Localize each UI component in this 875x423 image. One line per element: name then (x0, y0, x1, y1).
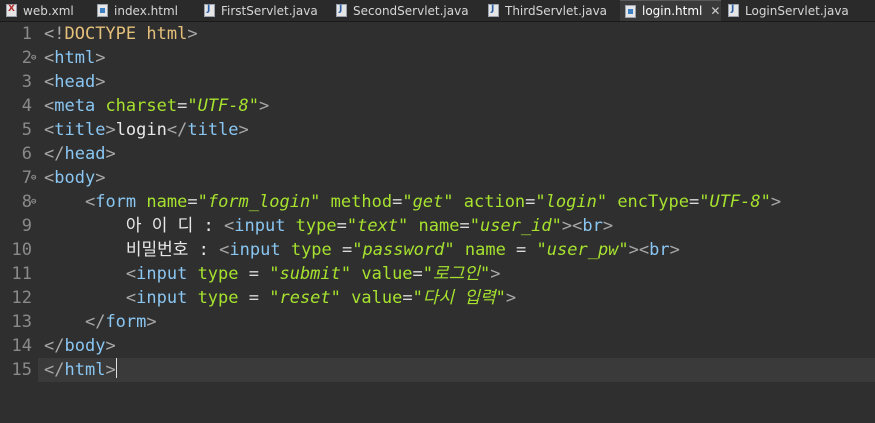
line-number: 2 (21, 48, 32, 68)
line-number: 10 (11, 240, 32, 260)
line-number: 8 (21, 192, 32, 212)
text-cursor (115, 358, 117, 378)
html-file-icon (625, 4, 636, 18)
line-number: 11 (11, 264, 32, 284)
close-tab-icon[interactable]: ✕ (710, 4, 720, 18)
java-file-icon (488, 4, 499, 17)
tab-web-xml[interactable]: web.xml (6, 0, 74, 21)
code-line-7[interactable]: <body> (44, 166, 105, 190)
code-line-8[interactable]: <form name="form_login" method="get" act… (44, 190, 781, 214)
tab-secondservlet-java[interactable]: SecondServlet.java (336, 0, 469, 21)
tab-firstservlet-java[interactable]: FirstServlet.java (204, 0, 318, 21)
fold-toggle-icon[interactable]: ⊖ (31, 166, 36, 190)
line-number: 15 (11, 360, 32, 380)
code-line-6[interactable]: </head> (44, 142, 116, 166)
java-file-icon (336, 4, 347, 17)
code-line-15[interactable]: </html> (44, 358, 117, 382)
code-line-5[interactable]: <title>login</title> (44, 118, 249, 142)
fold-toggle-icon[interactable]: ⊖ (31, 46, 36, 70)
tab-label: FirstServlet.java (221, 3, 318, 18)
tab-index-html[interactable]: index.html (97, 0, 178, 21)
tab-thirdservlet-java[interactable]: ThirdServlet.java (488, 0, 607, 21)
line-number: 7 (21, 168, 32, 188)
code-line-13[interactable]: </form> (44, 310, 157, 334)
xml-file-icon (6, 4, 17, 17)
line-number: 3 (21, 72, 32, 92)
line-number: 1 (21, 24, 32, 44)
code-editor[interactable]: 1 2 ⊖ 3 4 5 6 7 ⊖ 8 ⊖ 9 10 11 12 13 14 1… (0, 22, 875, 423)
code-line-2[interactable]: <html> (44, 46, 105, 70)
current-line-highlight (0, 358, 875, 382)
code-line-11[interactable]: <input type = "submit" value="로그인"> (44, 262, 501, 286)
line-number: 13 (11, 312, 32, 332)
code-line-14[interactable]: </body> (44, 334, 116, 358)
code-line-9[interactable]: 아 이 디 : <input type="text" name="user_id… (44, 214, 613, 238)
line-number-gutter: 1 2 ⊖ 3 4 5 6 7 ⊖ 8 ⊖ 9 10 11 12 13 14 1… (0, 22, 38, 423)
tab-label: LoginServlet.java (745, 3, 849, 18)
tab-label: login.html (642, 4, 703, 18)
line-number: 5 (21, 120, 32, 140)
line-number: 4 (21, 96, 32, 116)
tab-label: ThirdServlet.java (505, 3, 608, 18)
line-number: 9 (21, 216, 32, 236)
code-line-4[interactable]: <meta charset="UTF-8"> (44, 94, 269, 118)
tab-label: SecondServlet.java (353, 3, 469, 18)
tab-loginservlet-java[interactable]: LoginServlet.java (728, 0, 849, 21)
line-number: 14 (11, 336, 32, 356)
java-file-icon (204, 4, 215, 17)
line-number: 6 (21, 144, 32, 164)
code-line-3[interactable]: <head> (44, 70, 105, 94)
code-line-12[interactable]: <input type = "reset" value="다시 입력"> (44, 286, 516, 310)
editor-tab-bar: web.xml index.html FirstServlet.java Sec… (0, 0, 875, 22)
tab-label: web.xml (23, 3, 74, 18)
tab-login-html[interactable]: login.html ✕ (620, 0, 721, 21)
tab-label: index.html (114, 3, 178, 18)
code-line-1[interactable]: <!DOCTYPE html> (44, 22, 198, 46)
html-file-icon (97, 4, 108, 17)
code-line-10[interactable]: 비밀번호 : <input type ="password" name = "u… (44, 238, 680, 262)
fold-toggle-icon[interactable]: ⊖ (31, 190, 36, 214)
java-file-icon (728, 4, 739, 17)
line-number: 12 (11, 288, 32, 308)
